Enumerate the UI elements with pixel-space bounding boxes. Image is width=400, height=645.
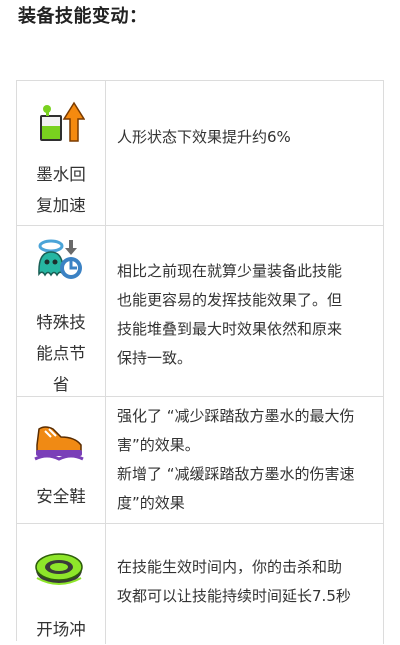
skill-description: 相比之前现在就算少量装备此技能 也能更容易的发挥技能效果了。但 技能堆叠到最大时… — [117, 262, 343, 367]
skill-icon-cell: 安全鞋 — [17, 397, 106, 523]
skill-description-cell: 相比之前现在就算少量装备此技能 也能更容易的发挥技能效果了。但 技能堆叠到最大时… — [106, 226, 384, 396]
skill-change-table: 墨水回 复加速 人形状态下效果提升约6% 特殊技 能点节 省 相比之前现在就算少… — [16, 80, 384, 644]
table-row: 安全鞋 强化了 “减少踩踏敌方墨水的最大伤 害”的效果。 新增了 “减缓踩踏敌方… — [17, 397, 384, 524]
ink-recovery-icon — [40, 101, 85, 142]
skill-description-cell: 强化了 “减少踩踏敌方墨水的最大伤 害”的效果。 新增了 “减缓踩踏敌方墨水的伤… — [106, 397, 384, 523]
skill-description: 人形状态下效果提升约6% — [117, 128, 291, 146]
table-row: 开场冲 在技能生效时间内，你的击杀和助 攻都可以让技能持续时间延长7.5秒 — [17, 524, 384, 644]
safety-shoes-icon — [34, 426, 84, 461]
opening-gambit-icon — [35, 553, 83, 585]
skill-icon-cell: 特殊技 能点节 省 — [17, 226, 106, 396]
table-row: 墨水回 复加速 人形状态下效果提升约6% — [17, 81, 384, 226]
skill-description: 在技能生效时间内，你的击杀和助 攻都可以让技能持续时间延长7.5秒 — [117, 558, 351, 605]
skill-name: 墨水回 复加速 — [36, 165, 86, 215]
skill-name: 开场冲 — [36, 620, 86, 639]
skill-name: 特殊技 能点节 省 — [36, 313, 86, 394]
skill-icon-cell: 墨水回 复加速 — [17, 81, 106, 225]
table-row: 特殊技 能点节 省 相比之前现在就算少量装备此技能 也能更容易的发挥技能效果了。… — [17, 226, 384, 397]
skill-icon-cell: 开场冲 — [17, 524, 106, 644]
skill-description-cell: 在技能生效时间内，你的击杀和助 攻都可以让技能持续时间延长7.5秒 — [106, 524, 384, 644]
skill-description: 强化了 “减少踩踏敌方墨水的最大伤 害”的效果。 新增了 “减缓踩踏敌方墨水的伤… — [117, 407, 355, 512]
section-heading: 装备技能变动： — [18, 6, 148, 27]
skill-name: 安全鞋 — [36, 487, 86, 506]
skill-description-cell: 人形状态下效果提升约6% — [106, 81, 384, 225]
special-saver-icon — [38, 239, 82, 279]
